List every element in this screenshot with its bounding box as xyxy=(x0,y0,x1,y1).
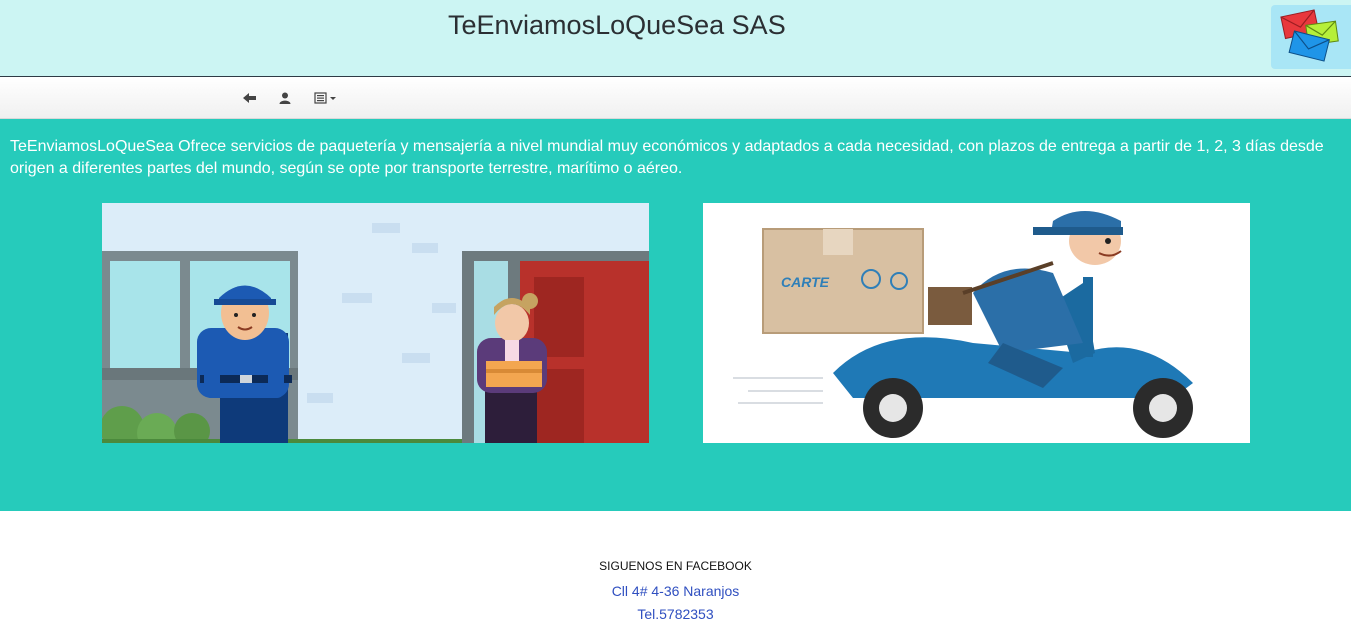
list-dropdown-icon[interactable] xyxy=(313,88,339,108)
intro-text: TeEnviamosLoQueSea Ofrece servicios de p… xyxy=(10,138,1324,177)
box-label: CARTE xyxy=(781,274,830,290)
page-header: TeEnviamosLoQueSea SAS xyxy=(0,0,1351,77)
phone-link[interactable]: Tel.5782353 xyxy=(0,606,1351,622)
main-section: TeEnviamosLoQueSea Ofrece servicios de p… xyxy=(0,119,1351,511)
address-link[interactable]: Cll 4# 4-36 Naranjos xyxy=(0,583,1351,599)
user-icon[interactable] xyxy=(274,88,296,108)
back-arrow-icon[interactable] xyxy=(239,88,261,108)
navbar xyxy=(0,78,1351,119)
delivery-illustration xyxy=(102,203,649,443)
facebook-follow-text: SIGUENOS EN FACEBOOK xyxy=(599,559,752,573)
scooter-courier-illustration: CARTE xyxy=(703,203,1250,443)
page-footer: SIGUENOS EN FACEBOOK Cll 4# 4-36 Naranjo… xyxy=(0,511,1351,637)
site-title: TeEnviamosLoQueSea SAS xyxy=(448,10,786,40)
envelopes-icon[interactable] xyxy=(1271,5,1351,69)
